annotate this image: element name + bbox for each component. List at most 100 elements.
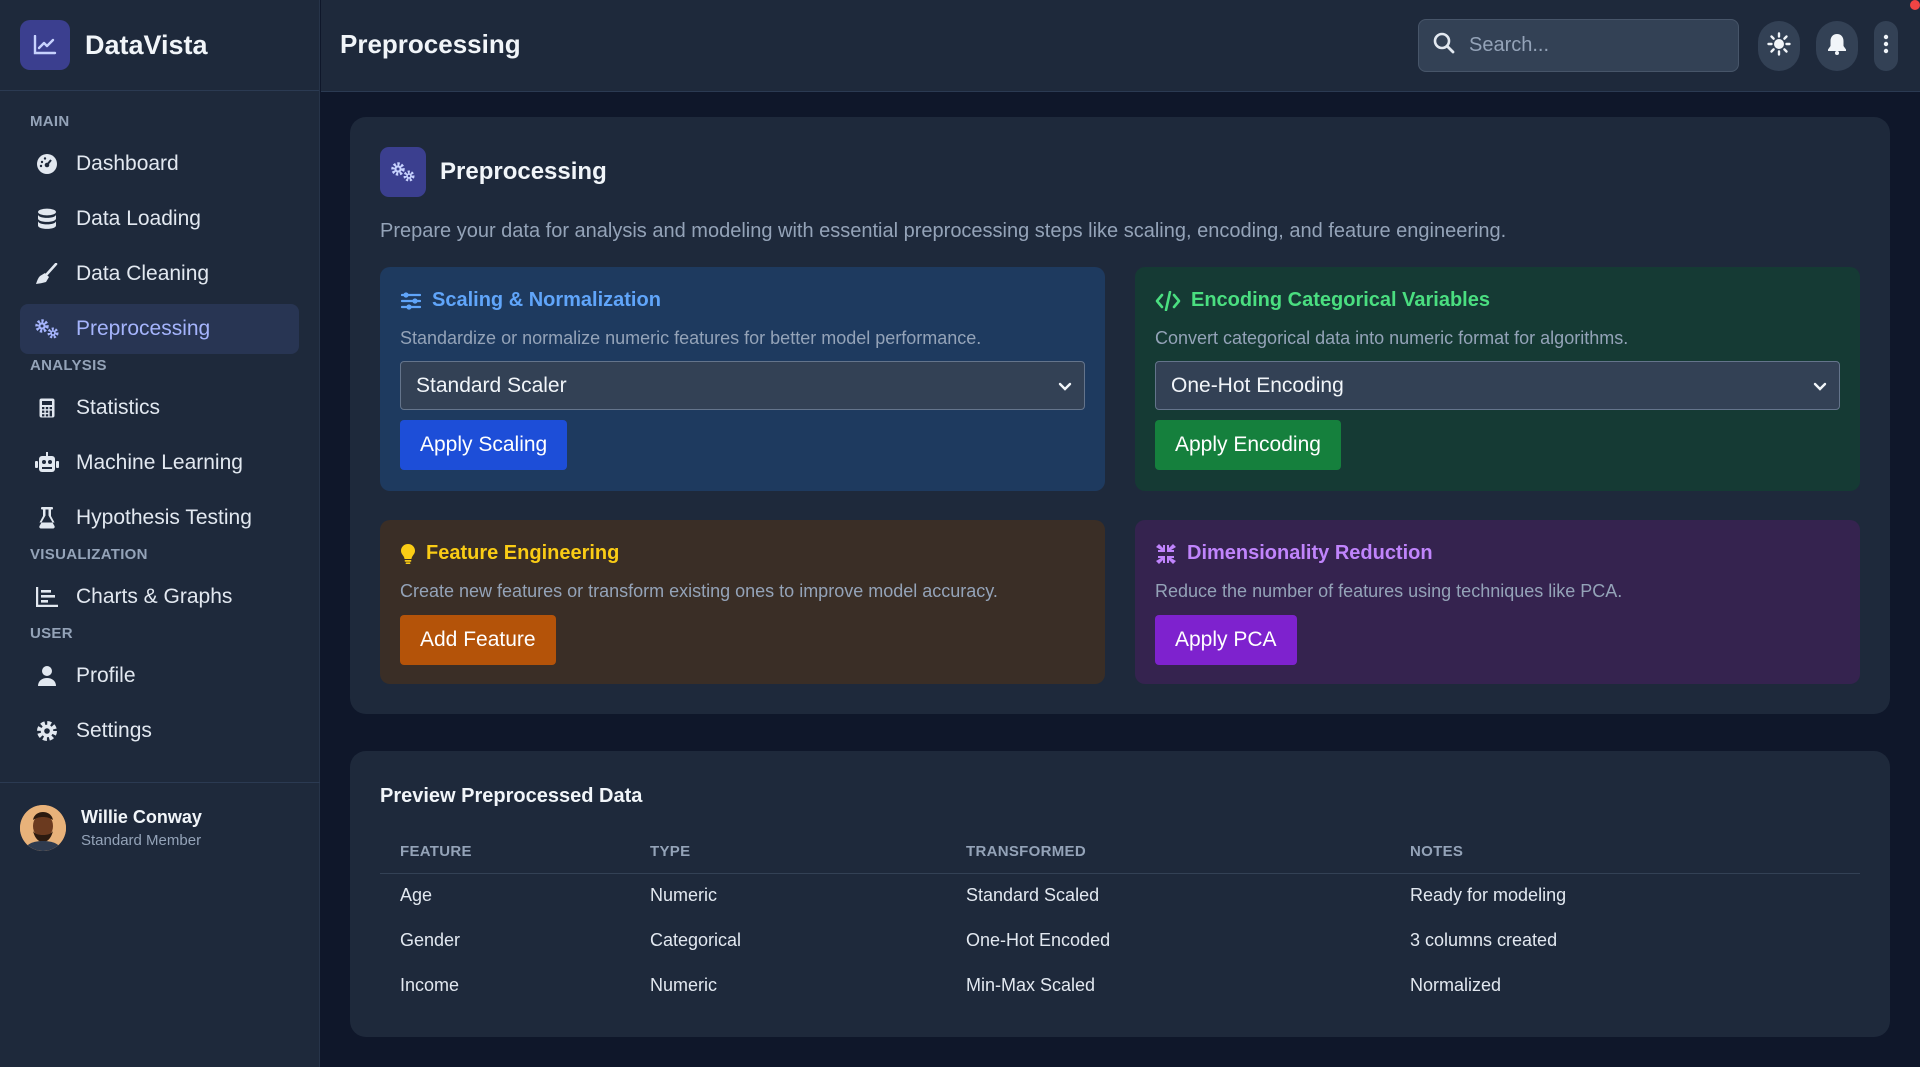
page-title: Preprocessing bbox=[340, 29, 521, 59]
sun-icon bbox=[1767, 31, 1791, 61]
chevron-down-icon bbox=[1058, 374, 1072, 398]
sidebar-item-label: Statistics bbox=[76, 396, 161, 419]
panel-title: Preprocessing bbox=[440, 158, 607, 185]
broom-icon bbox=[34, 261, 60, 287]
add-feature-button[interactable]: Add Feature bbox=[400, 615, 556, 665]
cell-notes: Normalized bbox=[1410, 975, 1502, 995]
cell-transformed: One-Hot Encoded bbox=[966, 930, 1111, 950]
user-profile-card[interactable]: Willie Conway Standard Member bbox=[0, 782, 320, 872]
sidebar-item-charts-graphs[interactable]: Charts & Graphs bbox=[20, 572, 299, 622]
user-icon bbox=[34, 663, 60, 689]
panel-header: Preprocessing bbox=[380, 147, 607, 197]
sidebar-item-label: Charts & Graphs bbox=[76, 585, 233, 608]
section-label-user: USER bbox=[30, 625, 73, 642]
sliders-icon bbox=[400, 290, 422, 312]
sidebar-item-label: Data Loading bbox=[76, 207, 201, 230]
sidebar-item-label: Profile bbox=[76, 664, 136, 687]
chart-line-icon bbox=[20, 20, 70, 70]
notification-dot bbox=[1910, 0, 1920, 10]
notifications-button[interactable] bbox=[1816, 21, 1858, 71]
sidebar-item-statistics[interactable]: Statistics bbox=[20, 383, 299, 433]
compress-icon bbox=[1155, 543, 1177, 565]
panel-description: Prepare your data for analysis and model… bbox=[380, 220, 1507, 242]
sidebar-item-settings[interactable]: Settings bbox=[20, 706, 299, 756]
search-icon bbox=[1433, 32, 1455, 59]
sidebar: DataVista MAIN Dashboard Data Loading Da… bbox=[0, 0, 320, 1067]
flask-icon bbox=[34, 505, 60, 531]
sidebar-item-preprocessing[interactable]: Preprocessing bbox=[20, 304, 299, 354]
encoding-card-title: Encoding Categorical Variables bbox=[1155, 289, 1840, 312]
cell-feature: Age bbox=[400, 885, 433, 906]
sidebar-item-hypothesis-testing[interactable]: Hypothesis Testing bbox=[20, 493, 299, 543]
sidebar-item-dashboard[interactable]: Dashboard bbox=[20, 139, 299, 189]
sidebar-item-label: Data Cleaning bbox=[76, 262, 210, 285]
chart-icon bbox=[34, 584, 60, 610]
code-icon bbox=[1155, 290, 1181, 312]
sidebar-item-label: Preprocessing bbox=[76, 317, 211, 340]
cell-type: Numeric bbox=[650, 885, 718, 906]
encoding-description: Convert categorical data into numeric fo… bbox=[1155, 328, 1629, 348]
feature-title-text: Feature Engineering bbox=[426, 542, 620, 564]
scaler-select-value: Standard Scaler bbox=[416, 373, 567, 397]
cell-transformed: Standard Scaled bbox=[966, 885, 1100, 906]
cell-type: Numeric bbox=[650, 975, 718, 995]
theme-toggle-button[interactable] bbox=[1758, 21, 1800, 71]
section-label-analysis: ANALYSIS bbox=[30, 357, 107, 374]
dimred-description: Reduce the number of features using tech… bbox=[1155, 581, 1623, 601]
user-name: Willie Conway bbox=[81, 806, 202, 827]
sidebar-nav: MAIN Dashboard Data Loading Data Cleanin… bbox=[0, 91, 319, 756]
scaler-select[interactable]: Standard Scaler bbox=[400, 361, 1085, 410]
search-input[interactable] bbox=[1469, 34, 1709, 57]
sidebar-item-label: Hypothesis Testing bbox=[76, 506, 252, 529]
apply-scaling-button[interactable]: Apply Scaling bbox=[400, 420, 568, 470]
table-header-row: FEATURE TYPE TRANSFORMED NOTES bbox=[380, 831, 1860, 874]
more-options-button[interactable] bbox=[1874, 21, 1898, 71]
sidebar-item-profile[interactable]: Profile bbox=[20, 651, 299, 701]
dimred-title-text: Dimensionality Reduction bbox=[1187, 542, 1433, 564]
scaling-description: Standardize or normalize numeric feature… bbox=[400, 328, 982, 348]
cell-type: Categorical bbox=[650, 930, 742, 950]
feature-description: Create new features or transform existin… bbox=[400, 581, 998, 601]
section-label-visualization: VISUALIZATION bbox=[30, 546, 148, 563]
section-label-main: MAIN bbox=[30, 113, 70, 130]
user-role: Standard Member bbox=[81, 831, 202, 849]
search-box[interactable] bbox=[1418, 19, 1739, 72]
column-header-transformed: TRANSFORMED bbox=[946, 831, 1390, 874]
gauge-icon bbox=[34, 151, 60, 177]
table-row: Age Numeric Standard Scaled Ready for mo… bbox=[380, 873, 1860, 918]
chevron-down-icon bbox=[1813, 374, 1827, 398]
encoding-select[interactable]: One-Hot Encoding bbox=[1155, 361, 1840, 410]
scaling-card-title: Scaling & Normalization bbox=[400, 289, 1085, 312]
gears-icon bbox=[34, 316, 60, 342]
sidebar-item-label: Dashboard bbox=[76, 152, 179, 175]
sidebar-item-machine-learning[interactable]: Machine Learning bbox=[20, 438, 299, 488]
encoding-select-value: One-Hot Encoding bbox=[1171, 373, 1344, 397]
table-row: Gender Categorical One-Hot Encoded 3 col… bbox=[380, 918, 1860, 963]
apply-encoding-button[interactable]: Apply Encoding bbox=[1155, 420, 1341, 470]
cell-notes: 3 columns created bbox=[1410, 930, 1558, 950]
dimensionality-reduction-card: Dimensionality Reduction Reduce the numb… bbox=[1135, 520, 1860, 684]
apply-pca-button[interactable]: Apply PCA bbox=[1155, 615, 1297, 665]
encoding-card: Encoding Categorical Variables Convert c… bbox=[1135, 267, 1860, 491]
lightbulb-icon bbox=[400, 543, 416, 565]
preview-panel: Preview Preprocessed Data FEATURE TYPE T… bbox=[350, 751, 1890, 1037]
sidebar-item-label: Machine Learning bbox=[76, 451, 243, 474]
preview-title: Preview Preprocessed Data bbox=[380, 785, 643, 807]
dimred-card-title: Dimensionality Reduction bbox=[1155, 542, 1840, 565]
cell-feature: Gender bbox=[400, 930, 461, 950]
app-name: DataVista bbox=[85, 29, 208, 60]
topbar: Preprocessing bbox=[321, 0, 1920, 92]
column-header-type: TYPE bbox=[630, 831, 946, 874]
column-header-notes: NOTES bbox=[1390, 831, 1860, 874]
cell-notes: Ready for modeling bbox=[1410, 885, 1567, 906]
bell-icon bbox=[1827, 33, 1847, 60]
sidebar-item-data-loading[interactable]: Data Loading bbox=[20, 194, 299, 244]
calculator-icon bbox=[34, 395, 60, 421]
feature-engineering-card: Feature Engineering Create new features … bbox=[380, 520, 1105, 684]
column-header-feature: FEATURE bbox=[380, 831, 630, 874]
feature-card-title: Feature Engineering bbox=[400, 542, 1085, 565]
preview-table: FEATURE TYPE TRANSFORMED NOTES Age Numer… bbox=[380, 831, 1860, 1008]
scaling-card: Scaling & Normalization Standardize or n… bbox=[380, 267, 1105, 491]
brand: DataVista bbox=[0, 0, 319, 91]
sidebar-item-data-cleaning[interactable]: Data Cleaning bbox=[20, 249, 299, 299]
